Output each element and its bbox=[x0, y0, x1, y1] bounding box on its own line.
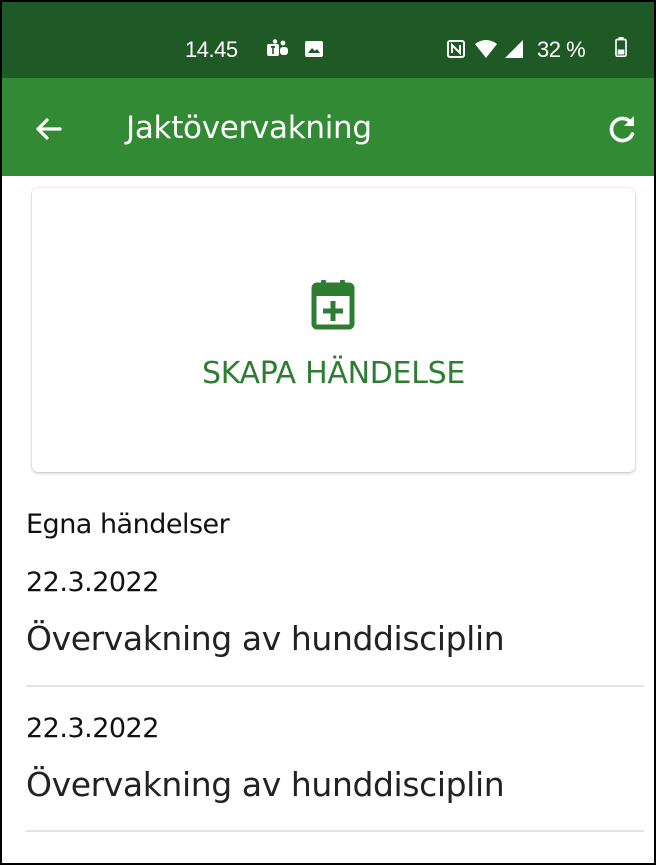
image-icon bbox=[305, 41, 323, 57]
refresh-button[interactable] bbox=[598, 104, 646, 152]
create-event-label: SKAPA HÄNDELSE bbox=[201, 356, 466, 391]
event-title: Övervakning av hunddisciplin bbox=[26, 619, 505, 658]
divider bbox=[26, 685, 644, 687]
wifi-icon bbox=[475, 40, 497, 58]
event-date: 22.3.2022 bbox=[26, 567, 159, 598]
app-bar: Jaktövervakning bbox=[2, 78, 654, 176]
refresh-icon bbox=[609, 116, 635, 143]
back-button[interactable] bbox=[24, 104, 72, 152]
page-title: Jaktövervakning bbox=[126, 110, 372, 146]
event-list-item[interactable]: 22.3.2022 Övervakning av hunddisciplin bbox=[2, 567, 654, 711]
battery-percentage: 32 % bbox=[537, 37, 586, 62]
event-list-item[interactable]: 22.3.2022 Övervakning av hunddisciplin bbox=[2, 713, 654, 857]
teams-icon bbox=[267, 39, 288, 56]
battery-icon bbox=[615, 37, 627, 57]
arrow-back-icon bbox=[36, 118, 62, 140]
divider bbox=[26, 830, 644, 832]
section-title: Egna händelser bbox=[26, 509, 230, 540]
nfc-icon bbox=[447, 40, 465, 58]
calendar-plus-icon bbox=[311, 280, 355, 330]
signal-icon bbox=[505, 40, 523, 58]
event-date: 22.3.2022 bbox=[26, 713, 159, 744]
status-bar: 14.45 32 % bbox=[2, 2, 654, 78]
create-event-button[interactable]: SKAPA HÄNDELSE bbox=[32, 188, 635, 472]
app-screen: 14.45 32 % Jaktövervakning SKAPA HÄNDELS… bbox=[0, 0, 656, 865]
event-title: Övervakning av hunddisciplin bbox=[26, 765, 505, 804]
status-time: 14.45 bbox=[185, 37, 238, 62]
